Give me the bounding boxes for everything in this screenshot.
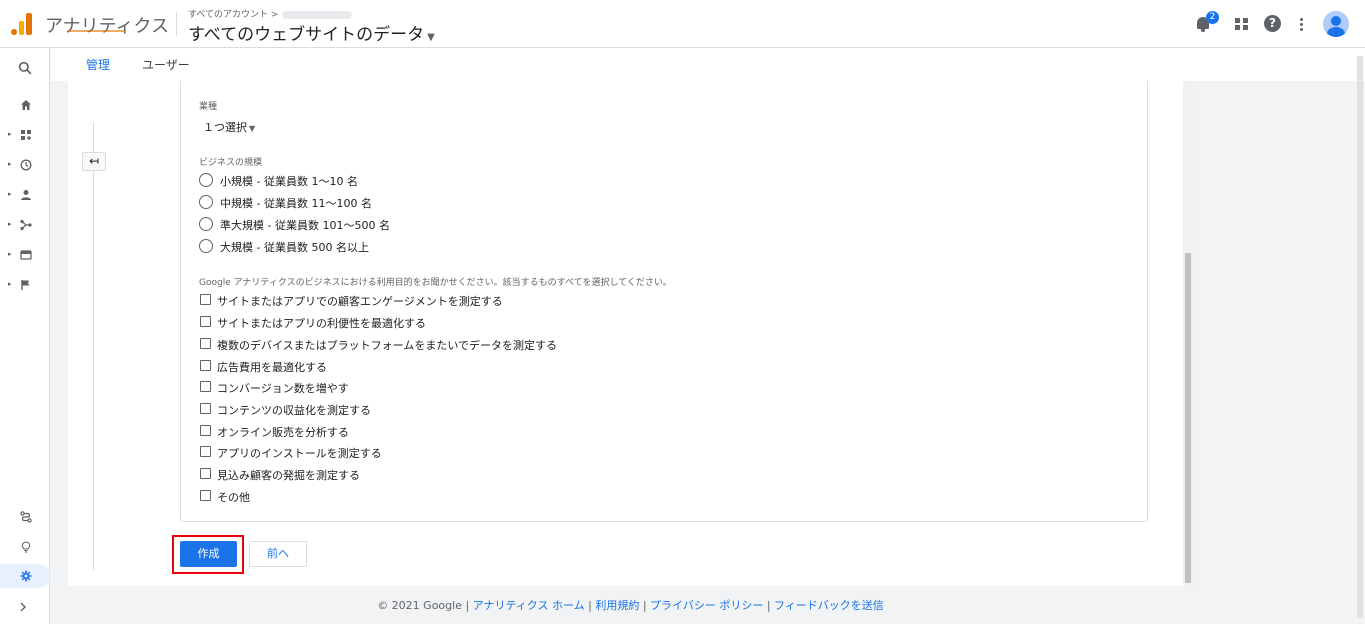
rail-home[interactable] — [0, 93, 50, 117]
dashboard-icon — [21, 130, 31, 140]
expand-arrow-icon: ▸ — [8, 250, 12, 258]
rail-acquisition[interactable]: ▸ — [0, 213, 50, 237]
industry-label: 業種 — [199, 102, 218, 112]
checkbox[interactable] — [200, 490, 211, 501]
notification-badge: 2 — [1206, 11, 1219, 24]
checkbox[interactable] — [200, 425, 211, 436]
rail-realtime[interactable]: ▸ — [0, 153, 50, 177]
tab-user[interactable]: ユーザー — [142, 56, 190, 73]
flag-icon — [21, 280, 30, 290]
footer-link-feedback[interactable]: フィードバックを送信 — [774, 599, 884, 612]
checkbox[interactable] — [200, 446, 211, 457]
rail-customization[interactable]: ▸ — [0, 123, 50, 147]
caret-down-icon: ▼ — [427, 32, 435, 43]
behavior-icon — [20, 250, 32, 260]
active-tab-indicator — [68, 30, 125, 32]
page-scrollbar[interactable] — [1357, 56, 1363, 618]
search-icon — [18, 61, 32, 75]
property-selector[interactable]: すべてのウェブサイトのデータ ▼ — [188, 20, 435, 45]
footer-link-home[interactable]: アナリティクス ホーム — [473, 599, 585, 612]
panel-scrollbar-thumb[interactable] — [1185, 253, 1191, 583]
industry-select[interactable]: １つ選択 ▼ — [203, 119, 255, 135]
checkbox[interactable] — [200, 338, 211, 349]
analytics-logo-icon[interactable] — [11, 13, 33, 35]
checkbox[interactable] — [200, 468, 211, 479]
app-title: アナリティクス — [45, 16, 170, 37]
lightbulb-icon — [21, 541, 31, 553]
gear-icon — [20, 570, 32, 582]
breadcrumb[interactable]: すべてのアカウント > — [188, 7, 353, 20]
checkbox[interactable] — [200, 403, 211, 414]
footer: © 2021 Google | アナリティクス ホーム | 利用規約 | プライ… — [377, 599, 884, 612]
checkbox[interactable] — [200, 381, 211, 392]
rail-admin[interactable] — [0, 564, 50, 588]
expand-arrow-icon: ▸ — [8, 130, 12, 138]
caret-down-icon: ▼ — [249, 124, 256, 133]
admin-tabs: 管理 ユーザー — [51, 48, 1365, 81]
expand-arrow-icon: ▸ — [8, 190, 12, 198]
redacted-account-name — [282, 10, 353, 19]
rail-discover[interactable] — [0, 535, 50, 559]
radio-button[interactable] — [199, 195, 213, 209]
footer-link-privacy[interactable]: プライバシー ポリシー — [650, 599, 763, 612]
purpose-label: Google アナリティクスのビジネスにおける利用目的をお聞かせください。該当す… — [199, 278, 672, 288]
business-size-label: ビジネスの規模 — [199, 158, 263, 168]
top-header: アナリティクス すべてのアカウント > すべてのウェブサイトのデータ ▼ 2 ? — [0, 0, 1365, 48]
checkbox[interactable] — [200, 360, 211, 371]
expand-arrow-icon: ▸ — [8, 220, 12, 228]
left-rail: ▸ ▸ ▸ ▸ ▸ ▸ — [0, 48, 50, 624]
rail-audience[interactable]: ▸ — [0, 183, 50, 207]
step-line — [93, 122, 94, 570]
acquisition-icon — [20, 219, 32, 231]
expand-arrow-icon: ▸ — [8, 160, 12, 168]
person-icon — [21, 190, 31, 200]
more-vert-icon[interactable] — [1296, 14, 1306, 34]
radio-button[interactable] — [199, 217, 213, 231]
radio-button[interactable] — [199, 173, 213, 187]
expand-arrow-icon: ▸ — [8, 280, 12, 288]
clock-icon — [20, 159, 32, 171]
home-icon — [21, 100, 31, 110]
attribution-icon — [20, 511, 32, 523]
rail-behavior[interactable]: ▸ — [0, 243, 50, 267]
copyright: © 2021 Google — [377, 599, 462, 612]
help-icon[interactable]: ? — [1264, 15, 1281, 32]
footer-link-terms[interactable]: 利用規約 — [595, 599, 639, 612]
rail-attribution[interactable] — [0, 505, 50, 529]
annotation-highlight-box — [172, 535, 244, 574]
avatar[interactable] — [1323, 11, 1349, 37]
radio-button[interactable] — [199, 239, 213, 253]
rail-conversions[interactable]: ▸ — [0, 273, 50, 297]
header-divider — [176, 12, 177, 36]
apps-grid-icon[interactable] — [1232, 14, 1252, 34]
tab-admin[interactable]: 管理 — [86, 56, 110, 73]
previous-button[interactable]: 前へ — [249, 541, 307, 567]
checkbox[interactable] — [200, 316, 211, 327]
back-arrow-button[interactable]: ↤ — [82, 152, 106, 171]
checkbox[interactable] — [200, 294, 211, 305]
rail-search[interactable] — [0, 56, 50, 80]
